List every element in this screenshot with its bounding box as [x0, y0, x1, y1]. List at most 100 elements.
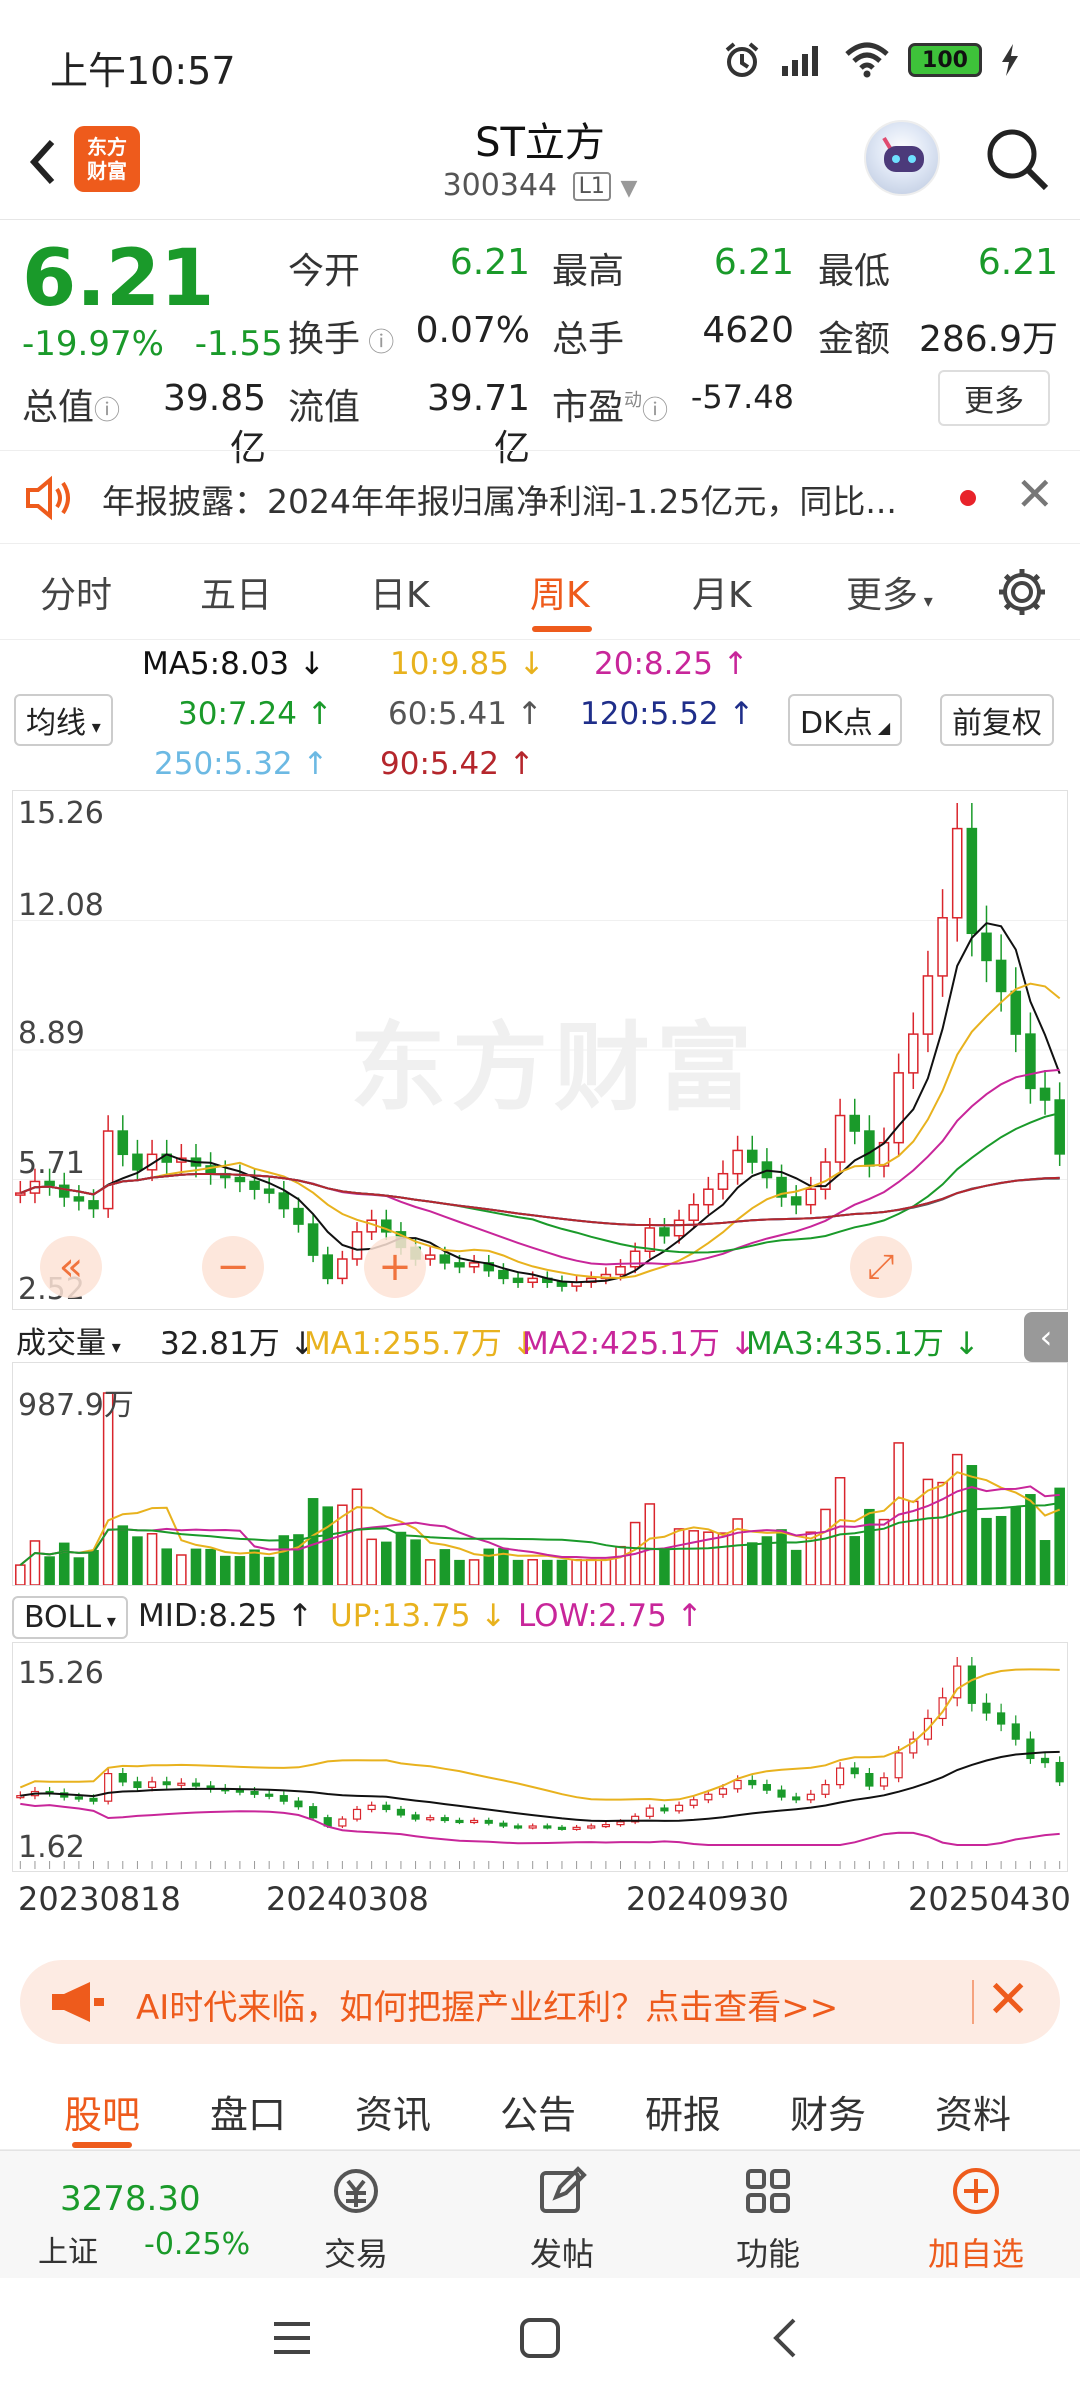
- pe-label-text: 市盈: [552, 387, 625, 428]
- volume-bar: [293, 1534, 304, 1585]
- boll-selector[interactable]: BOLL ▾: [12, 1596, 128, 1639]
- caret-down-icon: ▾: [918, 591, 933, 612]
- tab-profile[interactable]: 资料: [935, 2084, 1011, 2139]
- volume-bar: [908, 1500, 919, 1585]
- zoom-out-button[interactable]: −: [202, 1236, 264, 1298]
- volume-bar: [849, 1536, 861, 1585]
- announcement-bar[interactable]: 年报披露：2024年年报归属净利润-1.25亿元，同比... ✕: [0, 450, 1080, 544]
- add-watchlist-button[interactable]: 加自选: [896, 2151, 1056, 2279]
- zoom-in-button[interactable]: +: [364, 1236, 426, 1298]
- promo-banner[interactable]: AI时代来临，如何把握产业红利？点击查看>> ✕: [20, 1960, 1060, 2044]
- battery-indicator: 100: [908, 43, 982, 77]
- volume-bar: [922, 1478, 934, 1585]
- search-button[interactable]: [984, 126, 1050, 192]
- candle: [893, 1072, 904, 1144]
- settings-gear-icon[interactable]: [996, 566, 1048, 618]
- chart-period-tabs: 分时 五日 日K 周K 月K 更多 ▾: [0, 546, 1080, 640]
- tab-more[interactable]: 更多 ▾: [846, 566, 933, 618]
- low-label: 最低: [818, 251, 891, 292]
- tab-research[interactable]: 研报: [645, 2084, 721, 2139]
- chevron-left-icon: ‹: [1039, 1318, 1053, 1356]
- candle: [703, 1188, 714, 1206]
- close-announcement-button[interactable]: ✕: [1015, 467, 1054, 521]
- wifi-icon: [845, 42, 889, 78]
- scroll-left-button[interactable]: «: [40, 1236, 102, 1298]
- volume-bar: [439, 1549, 451, 1585]
- more-button[interactable]: 更多: [938, 370, 1050, 426]
- menu-icon[interactable]: [270, 2318, 314, 2358]
- volume-bar: [190, 1548, 202, 1585]
- ma120-legend: 120:5.52 ↑: [580, 696, 755, 732]
- ma10-value: 10:9.85: [390, 646, 509, 682]
- volume-ma3-value: MA3:435.1万: [746, 1326, 944, 1362]
- tab-order-book[interactable]: 盘口: [210, 2084, 286, 2139]
- volume-chart[interactable]: [12, 1362, 1068, 1586]
- back-nav-icon[interactable]: [770, 2316, 800, 2360]
- info-icon[interactable]: ⓘ: [642, 396, 668, 426]
- boll-candle: [879, 1777, 889, 1787]
- tab-five-day[interactable]: 五日: [200, 566, 272, 618]
- indicator-selector[interactable]: 均线 ▾: [14, 694, 113, 746]
- volume-ma3: MA3:435.1万 ↓: [746, 1326, 980, 1362]
- volume-bar: [219, 1555, 231, 1585]
- panel-collapse-handle[interactable]: ‹: [1024, 1312, 1068, 1362]
- tab-daily-k[interactable]: 日K: [370, 566, 430, 618]
- turnover-value: 0.07%: [415, 310, 530, 351]
- home-icon[interactable]: [518, 2316, 562, 2360]
- close-promo-button[interactable]: ✕: [986, 1970, 1030, 2030]
- tab-monthly-k[interactable]: 月K: [692, 566, 752, 618]
- boll-candle: [718, 1788, 728, 1795]
- tab-more-label: 更多: [846, 575, 919, 616]
- volume-bar: [176, 1554, 187, 1585]
- tab-financials[interactable]: 财务: [790, 2084, 866, 2139]
- candle: [263, 1188, 275, 1194]
- boll-candle: [513, 1825, 523, 1829]
- tab-news[interactable]: 资讯: [355, 2084, 431, 2139]
- boll-candle: [1011, 1723, 1020, 1740]
- ma10-legend: 10:9.85 ↓: [390, 646, 545, 682]
- candle: [424, 1254, 436, 1260]
- candle: [88, 1200, 99, 1210]
- indicator-selector-label: 均线: [26, 706, 86, 741]
- open-label: 今开: [288, 251, 361, 292]
- candle: [922, 975, 934, 1035]
- boll-chart[interactable]: [12, 1642, 1068, 1872]
- candle: [439, 1254, 451, 1264]
- volume-selector[interactable]: 成交量 ▾: [12, 1316, 125, 1364]
- change-amount: -1.55: [194, 324, 283, 364]
- tab-weekly-k[interactable]: 周K: [530, 566, 590, 618]
- grid-icon: [746, 2169, 790, 2213]
- price-axis-tick: 12.08: [18, 888, 104, 923]
- watermark: 东方财富: [350, 1012, 758, 1124]
- post-button[interactable]: 发帖: [482, 2151, 642, 2279]
- volume-bar: [351, 1488, 363, 1585]
- adjustment-selector[interactable]: 前复权: [940, 694, 1054, 746]
- info-icon[interactable]: ⓘ: [94, 396, 120, 426]
- boll-candle: [836, 1767, 845, 1786]
- dk-point-selector[interactable]: DK点 ◢: [788, 694, 903, 746]
- volume-bar: [1010, 1506, 1022, 1585]
- functions-button[interactable]: 功能: [688, 2151, 848, 2279]
- high-value: 6.21: [713, 242, 794, 283]
- ma60-value: 60:5.41: [388, 696, 507, 732]
- boll-candle: [616, 1821, 625, 1826]
- volume-bar: [1025, 1494, 1036, 1585]
- candle: [1025, 1033, 1036, 1090]
- tab-announcements[interactable]: 公告: [500, 2084, 576, 2139]
- info-icon[interactable]: ⓘ: [360, 328, 394, 358]
- candle: [1010, 990, 1022, 1035]
- tab-forum[interactable]: 股吧: [64, 2084, 140, 2139]
- boll-candle: [411, 1814, 420, 1820]
- fullscreen-button[interactable]: ⤢: [850, 1236, 912, 1298]
- volume-bar: [146, 1533, 158, 1585]
- assistant-avatar[interactable]: [864, 120, 940, 196]
- ma90-legend: 90:5.42 ↑: [380, 746, 535, 782]
- boll-mid-line: [20, 1750, 1060, 1823]
- index-ticker[interactable]: 3278.30 上证 -0.25%: [20, 2151, 260, 2279]
- volume-current-value: 32.81万: [160, 1326, 280, 1362]
- candle: [132, 1153, 143, 1171]
- caret-down-icon: ▼: [620, 176, 638, 201]
- trade-button[interactable]: 交易: [276, 2151, 436, 2279]
- tab-intraday[interactable]: 分时: [40, 566, 112, 618]
- candle: [498, 1269, 509, 1280]
